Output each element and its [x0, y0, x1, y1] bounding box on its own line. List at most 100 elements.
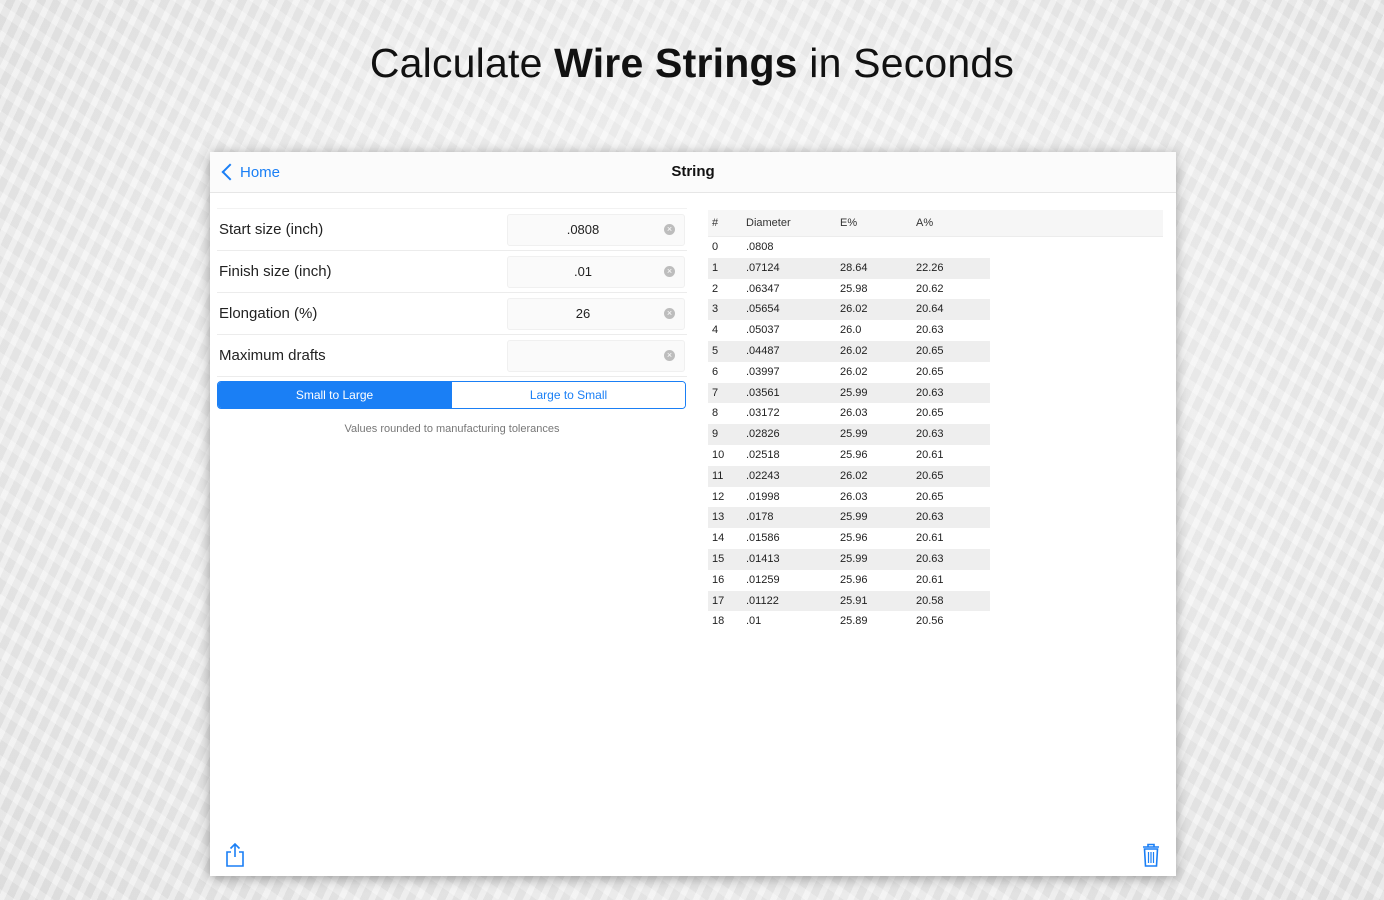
segment-small-to-large[interactable]: Small to Large: [218, 382, 451, 408]
row-diameter: .04487: [746, 344, 780, 357]
clear-icon[interactable]: ×: [664, 224, 675, 235]
clear-icon[interactable]: ×: [664, 308, 675, 319]
finish-size-row: Finish size (inch) .01 ×: [217, 251, 687, 293]
row-area-reduction: 20.65: [916, 344, 944, 357]
start-size-row: Start size (inch) .0808 ×: [217, 208, 687, 251]
row-area-reduction: 20.65: [916, 490, 944, 503]
row-area-reduction: 20.63: [916, 552, 944, 565]
row-diameter: .01259: [746, 573, 780, 586]
finish-size-field[interactable]: .01 ×: [507, 256, 685, 288]
row-elongation: 25.98: [840, 282, 868, 295]
row-index: 16: [712, 573, 725, 586]
row-index: 6: [712, 365, 719, 378]
table-row: 13 .0178 25.99 20.63: [708, 507, 990, 529]
share-icon[interactable]: [224, 842, 246, 868]
clear-icon[interactable]: ×: [664, 266, 675, 277]
table-row: 12 .01998 26.03 20.65: [708, 487, 990, 508]
clear-icon[interactable]: ×: [664, 350, 675, 361]
table-row: 2 .06347 25.98 20.62: [708, 279, 990, 300]
row-elongation: 26.03: [840, 407, 868, 420]
table-row: 8 .03172 26.03 20.65: [708, 403, 990, 424]
page-title: String: [671, 163, 715, 180]
row-elongation: 25.91: [840, 594, 868, 607]
row-index: 5: [712, 344, 719, 357]
trash-icon[interactable]: [1141, 842, 1161, 868]
row-area-reduction: 20.65: [916, 407, 944, 420]
table-row: 1 .07124 28.64 22.26: [708, 257, 990, 279]
rounding-note: Values rounded to manufacturing toleranc…: [344, 423, 560, 435]
row-diameter: .03561: [746, 386, 780, 399]
row-diameter: .01: [746, 615, 762, 628]
headline-bold: Wire Strings: [554, 40, 798, 86]
headline-part1: Calculate: [369, 40, 555, 86]
header-index: #: [712, 217, 719, 229]
table-row: 3 .05654 26.02 20.64: [708, 299, 990, 321]
table-row: 7 .03561 25.99 20.63: [708, 382, 990, 404]
table-body: 0 .0808 1 .07124 28.64 22.26 2 .06347 25.98 20.62…: [708, 237, 1163, 632]
row-area-reduction: 20.65: [916, 365, 944, 378]
row-diameter: .05037: [746, 324, 780, 337]
table-row: 18 .01 25.89 20.56: [708, 611, 990, 632]
headline-part2: in Seconds: [797, 40, 1015, 86]
row-diameter: .07124: [746, 261, 780, 274]
row-elongation: 26.02: [840, 365, 868, 378]
table-row: 15 .01413 25.99 20.63: [708, 548, 990, 570]
row-diameter: .01586: [746, 532, 780, 545]
row-diameter: .03997: [746, 365, 780, 378]
table-row: 9 .02826 25.99 20.63: [708, 424, 990, 445]
row-elongation: 25.96: [840, 573, 868, 586]
maximum-drafts-row: Maximum drafts ×: [217, 335, 687, 377]
finish-size-value: .01: [573, 264, 593, 279]
row-elongation: 26.02: [840, 469, 868, 482]
navigation-bar: Home String: [210, 152, 1176, 193]
row-elongation: 25.99: [840, 511, 868, 524]
row-diameter: .05654: [746, 303, 780, 316]
row-index: 8: [712, 407, 719, 420]
row-index: 12: [712, 490, 725, 503]
table-row: 10 .02518 25.96 20.61: [708, 445, 990, 466]
finish-size-label: Finish size (inch): [219, 263, 332, 280]
header-diameter: Diameter: [746, 217, 791, 229]
row-diameter: .0178: [746, 511, 774, 524]
marketing-headline: Calculate Wire Strings in Seconds: [0, 40, 1384, 87]
segment-large-to-small[interactable]: Large to Small: [451, 382, 685, 408]
results-table: # Diameter E% A% 0 .0808 1 .07124 28.64 22.26…: [708, 210, 1163, 632]
row-diameter: .02518: [746, 448, 780, 461]
table-row: 4 .05037 26.0 20.63: [708, 320, 990, 341]
row-diameter: .01413: [746, 552, 780, 565]
elongation-value: 26: [575, 306, 591, 321]
row-index: 0: [712, 241, 719, 253]
maximum-drafts-label: Maximum drafts: [219, 347, 326, 364]
row-area-reduction: 20.58: [916, 594, 944, 607]
row-elongation: 25.89: [840, 615, 868, 628]
row-index: 10: [712, 448, 725, 461]
start-size-field[interactable]: .0808 ×: [507, 214, 685, 246]
maximum-drafts-field[interactable]: ×: [507, 340, 685, 372]
start-size-value: .0808: [566, 222, 600, 237]
row-index: 11: [712, 469, 724, 482]
direction-segmented-control: Small to Large Large to Small: [217, 381, 686, 409]
table-row: 14 .01586 25.96 20.61: [708, 528, 990, 549]
row-index: 14: [712, 532, 725, 545]
row-area-reduction: 20.63: [916, 428, 944, 441]
row-elongation: 25.99: [840, 552, 868, 565]
table-row: 16 .01259 25.96 20.61: [708, 570, 990, 591]
elongation-field[interactable]: 26 ×: [507, 298, 685, 330]
row-index: 7: [712, 386, 719, 399]
row-area-reduction: 20.62: [916, 282, 944, 295]
header-area-reduction: A%: [916, 217, 934, 229]
row-area-reduction: 20.61: [916, 448, 944, 461]
row-diameter: .03172: [746, 407, 780, 420]
elongation-label: Elongation (%): [219, 305, 318, 322]
table-row: 6 .03997 26.02 20.65: [708, 362, 990, 383]
table-row: 11 .02243 26.02 20.65: [708, 465, 990, 487]
row-elongation: 26.0: [840, 324, 862, 337]
row-elongation: 26.03: [840, 490, 868, 503]
row-area-reduction: 20.63: [916, 511, 944, 524]
elongation-row: Elongation (%) 26 ×: [217, 293, 687, 335]
app-window: Home String Start size (inch) .0808 × Fi…: [210, 152, 1176, 876]
row-elongation: 25.99: [840, 428, 868, 441]
row-elongation: 26.02: [840, 303, 868, 316]
row-elongation: 25.96: [840, 448, 868, 461]
row-index: 15: [712, 552, 725, 565]
